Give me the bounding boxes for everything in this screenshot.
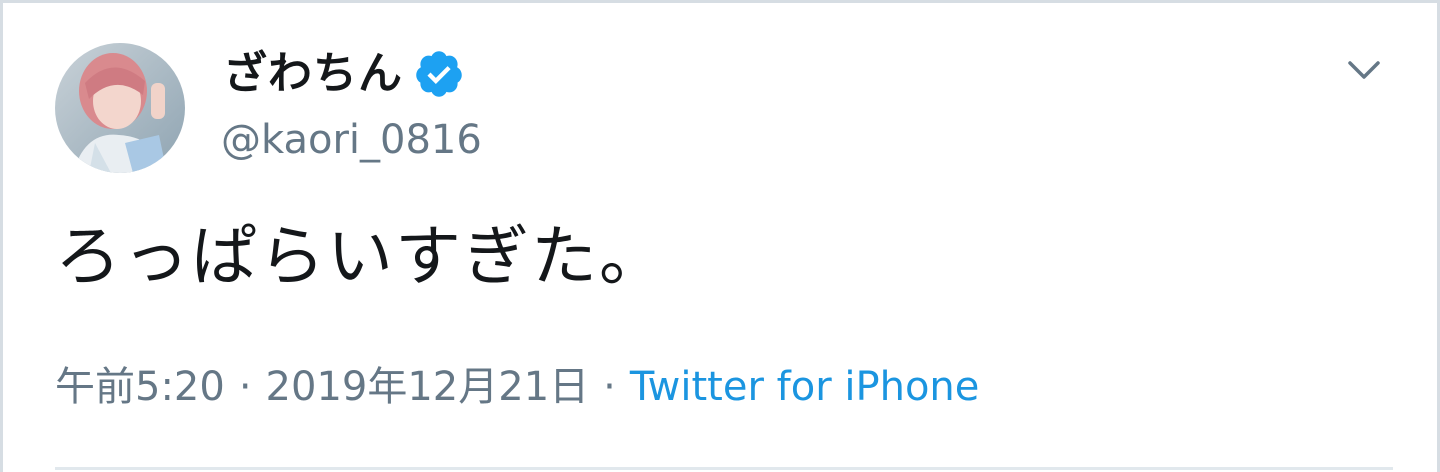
meta-separator: · (238, 364, 252, 410)
tweet-time[interactable]: 午前5:20 (55, 359, 225, 415)
divider (55, 467, 1393, 470)
author-name-row: ざわちん (223, 47, 465, 101)
meta-separator: · (603, 364, 616, 410)
chevron-down-icon[interactable] (1343, 49, 1385, 91)
tweet-card: ざわちん @kaori_0816 ろっぱらいすぎた。 午前5:20 · 2019… (0, 0, 1440, 472)
tweet-date[interactable]: 2019年12月21日 (266, 359, 590, 415)
avatar[interactable] (55, 43, 185, 173)
tweet-source-link[interactable]: Twitter for iPhone (630, 359, 980, 415)
tweet-text: ろっぱらいすぎた。 (55, 218, 667, 295)
user-handle[interactable]: @kaori_0816 (221, 115, 482, 165)
avatar-image (55, 43, 185, 173)
verified-badge-icon (413, 48, 465, 100)
tweet-metadata: 午前5:20 · 2019年12月21日 · Twitter for iPhon… (55, 359, 979, 415)
display-name[interactable]: ざわちん (223, 47, 403, 101)
